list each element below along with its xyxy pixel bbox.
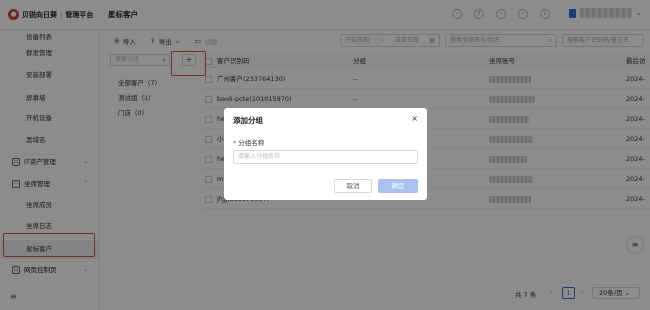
group-name-label-text: 分组名称: [238, 139, 265, 147]
group-name-label: * 分组名称: [233, 137, 264, 147]
cancel-button[interactable]: 取消: [334, 179, 372, 193]
required-mark: *: [233, 139, 237, 147]
add-group-dialog: 添加分组 × * 分组名称 请输入分组名称 取消 确定: [224, 108, 427, 200]
group-name-input[interactable]: 请输入分组名称: [233, 150, 418, 164]
dialog-title: 添加分组: [233, 116, 263, 125]
close-icon[interactable]: ×: [411, 114, 418, 123]
confirm-button[interactable]: 确定: [378, 179, 418, 193]
